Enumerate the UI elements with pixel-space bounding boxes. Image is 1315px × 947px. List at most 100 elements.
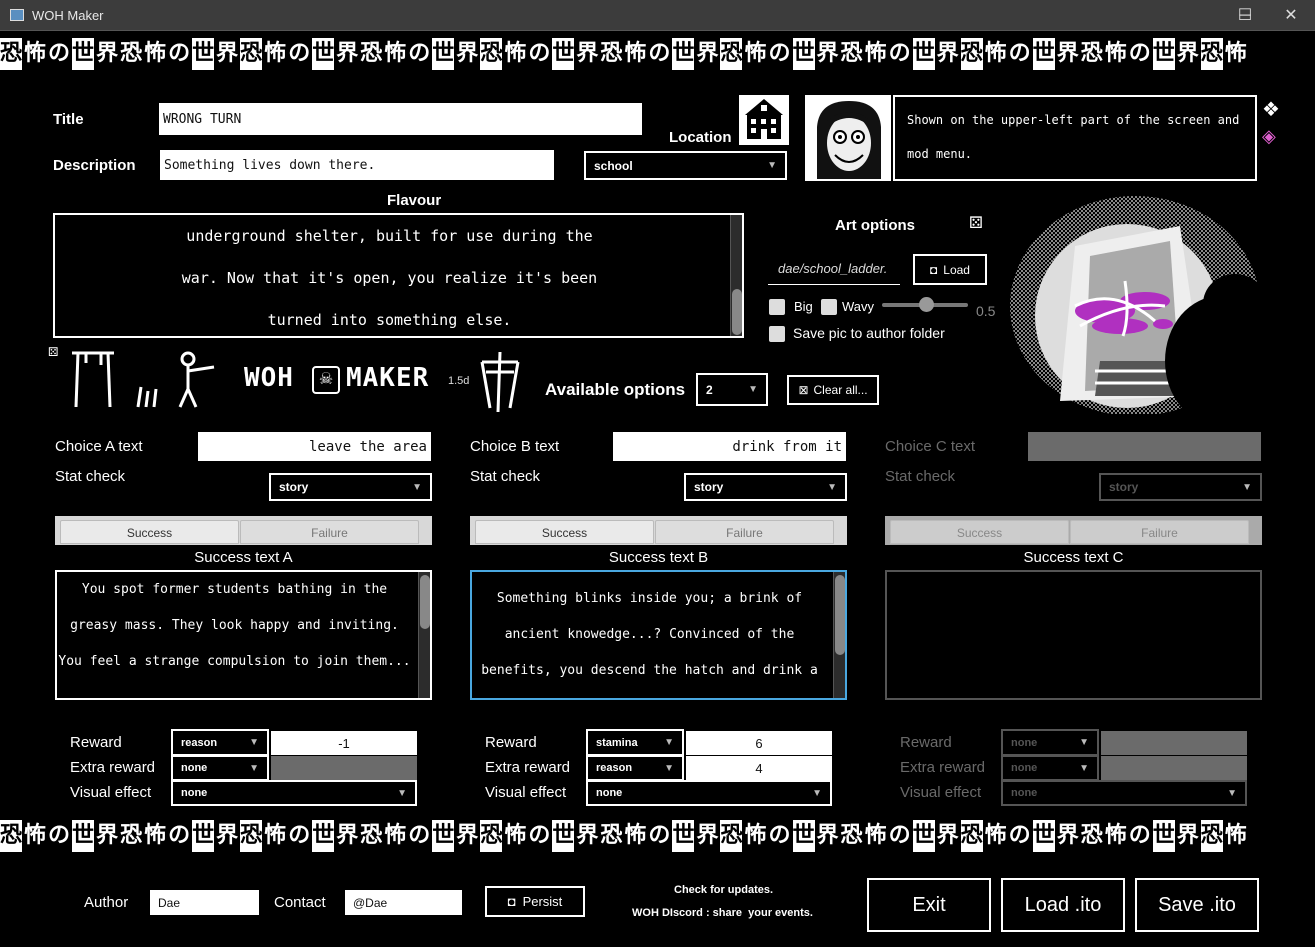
stat-check-select[interactable]: story ▼ [1099, 473, 1262, 501]
contact-input[interactable]: @Dae [345, 890, 462, 915]
banner-glyph: 恐 [240, 820, 263, 852]
tab-success[interactable]: Success [60, 520, 239, 544]
banner-glyph: 世 [312, 38, 335, 70]
extra-reward-select[interactable]: none ▼ [1001, 755, 1099, 781]
reroll-icon[interactable]: ⚄ [48, 345, 58, 359]
success-textarea[interactable]: You spot former students bathing in the g… [55, 570, 432, 700]
reward-select[interactable]: none ▼ [1001, 729, 1099, 756]
success-textarea[interactable]: Something blinks inside you; a brink of a… [470, 570, 847, 700]
extra-reward-amount-input[interactable] [271, 756, 417, 780]
reward-amount-input[interactable]: -1 [271, 731, 417, 755]
flavour-textarea[interactable]: underground shelter, built for use durin… [53, 213, 744, 338]
wavy-checkbox[interactable] [821, 299, 837, 315]
banner-glyph: の [288, 823, 311, 848]
visual-effect-select[interactable]: none ▼ [171, 780, 417, 806]
big-checkbox[interactable] [769, 299, 785, 315]
extra-reward-label: Extra reward [70, 759, 156, 776]
extra-reward-amount-input[interactable] [1101, 756, 1247, 780]
art-load-button[interactable]: ◘ Load [913, 254, 987, 285]
author-label: Author [84, 894, 129, 911]
banner-glyph: の [288, 41, 311, 66]
banner-glyph: 怖 [984, 41, 1007, 66]
banner-glyph: 怖 [1104, 41, 1127, 66]
exit-button[interactable]: Exit [867, 878, 991, 932]
banner-glyph: 恐 [600, 41, 623, 66]
check-updates-link[interactable]: Check for updates. [674, 884, 773, 896]
contact-label: Contact [274, 894, 326, 911]
extra-reward-select[interactable]: reason ▼ [586, 755, 684, 781]
wavy-slider-handle[interactable] [919, 297, 934, 312]
title-input[interactable]: WRONG TURN [159, 103, 642, 135]
save-ito-button[interactable]: Save .ito [1135, 878, 1259, 932]
reward-select[interactable]: reason ▼ [171, 729, 269, 756]
close-button[interactable]: ✕ [1268, 0, 1314, 31]
banner-glyph: の [168, 823, 191, 848]
dice-icon[interactable]: ⚄ [969, 213, 983, 233]
banner-glyph: 恐 [360, 823, 383, 848]
discord-link[interactable]: WOH DIscord : share your events. [632, 907, 813, 919]
banner-glyph: 恐 [0, 820, 23, 852]
tab-success[interactable]: Success [475, 520, 654, 544]
visual-effect-select[interactable]: none ▼ [586, 780, 832, 806]
success-text-line: Something blinks inside you; a brink of [496, 591, 803, 606]
success-scrollbar[interactable] [833, 572, 845, 698]
banner-glyph: 世 [312, 820, 335, 852]
reward-select[interactable]: stamina ▼ [586, 729, 684, 756]
tab-failure[interactable]: Failure [240, 520, 419, 544]
extra-reward-select[interactable]: none ▼ [171, 755, 269, 781]
banner-glyph: の [888, 41, 911, 66]
tab-failure[interactable]: Failure [1070, 520, 1249, 544]
banner-glyph: の [48, 41, 71, 66]
clear-icon: ⊠ [798, 383, 809, 397]
tab-success[interactable]: Success [890, 520, 1069, 544]
banner-glyph: の [888, 823, 911, 848]
stat-check-select[interactable]: story ▼ [269, 473, 432, 501]
flavour-scrollbar[interactable] [730, 215, 742, 336]
location-label: Location [669, 129, 732, 146]
banner-glyph: 怖 [384, 41, 407, 66]
load-ito-button[interactable]: Load .ito [1001, 878, 1125, 932]
woh-logo-left: WOH [244, 363, 294, 393]
author-input[interactable]: Dae [150, 890, 259, 915]
choice-text-input[interactable]: leave the area [198, 432, 431, 461]
banner-glyph: 怖 [264, 41, 287, 66]
choice-text-input[interactable]: drink from it [613, 432, 846, 461]
success-scrollbar[interactable] [418, 572, 430, 698]
choice-text-input[interactable] [1028, 432, 1261, 461]
save-pic-label: Save pic to author folder [793, 325, 945, 341]
save-pic-checkbox[interactable] [769, 326, 785, 342]
move-icon[interactable]: ❖ [1262, 97, 1280, 122]
success-text-line: You spot former students bathing in the [81, 582, 388, 597]
power-pole-icon [476, 348, 524, 414]
available-options-select[interactable]: 2 ▼ [696, 373, 768, 406]
banner-glyph: 怖 [144, 41, 167, 66]
location-select[interactable]: school ▼ [584, 151, 787, 180]
reward-amount-input[interactable] [1101, 731, 1247, 755]
banner-glyph: 界 [216, 41, 239, 66]
version-label: 1.5d [448, 375, 470, 387]
art-path-input[interactable]: dae/school_ladder. [768, 257, 900, 285]
visual-effect-select[interactable]: none ▼ [1001, 780, 1247, 806]
visual-effect-label: Visual effect [70, 784, 152, 801]
extra-reward-amount-input[interactable]: 4 [686, 756, 832, 780]
clear-all-button[interactable]: ⊠ Clear all... [787, 375, 879, 405]
banner-glyph: の [1128, 823, 1151, 848]
reward-amount-input[interactable]: 6 [686, 731, 832, 755]
banner-glyph: 怖 [744, 41, 767, 66]
description-input[interactable]: Something lives down there. [160, 150, 554, 180]
tab-failure[interactable]: Failure [655, 520, 834, 544]
banner-glyph: 怖 [864, 41, 887, 66]
banner-glyph: 界 [936, 41, 959, 66]
eye-icon[interactable]: ◈ [1262, 126, 1276, 147]
flavour-label: Flavour [387, 192, 442, 209]
big-label: Big [794, 299, 813, 314]
banner-glyph: 界 [456, 41, 479, 66]
banner-glyph: の [408, 41, 431, 66]
success-textarea[interactable] [885, 570, 1262, 700]
maximize-button[interactable]: ☐ [1222, 0, 1268, 31]
persist-button[interactable]: ◘ Persist [485, 886, 585, 917]
banner-glyph: 界 [96, 823, 119, 848]
banner-glyph: 界 [336, 823, 359, 848]
stat-check-select[interactable]: story ▼ [684, 473, 847, 501]
app-icon [10, 9, 24, 21]
